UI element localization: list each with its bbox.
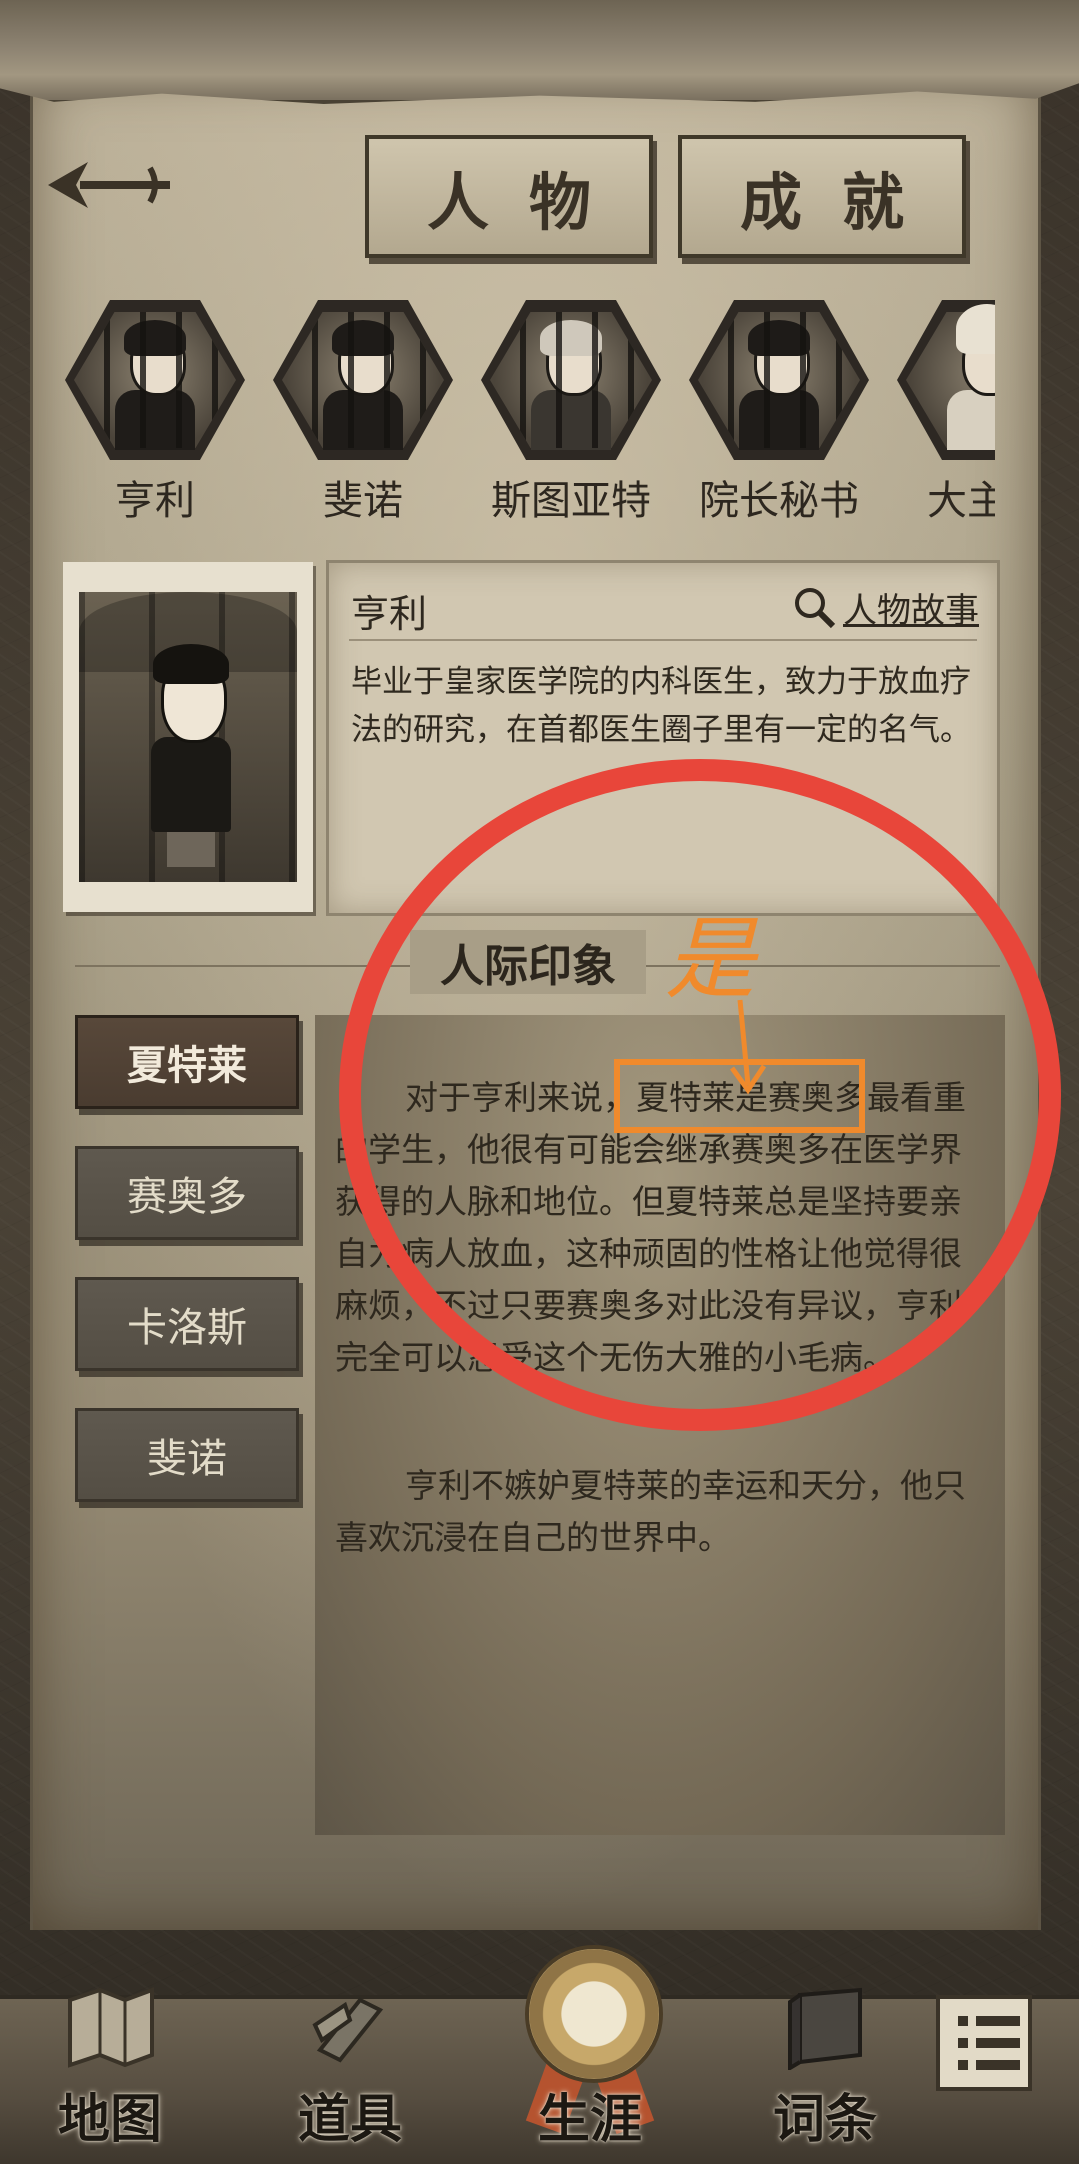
impression-paragraph: 亨利不嫉妒夏特莱的幸运和天分，他只喜欢沉浸在自己的世界中。 [335,1466,966,1557]
character-name: 亨利 [115,478,195,524]
character-stuart[interactable]: 斯图亚特 [476,290,666,550]
portrait-body [947,390,995,450]
tab-achievements[interactable]: 成就 [678,135,966,258]
profile-portrait [63,562,313,912]
back-arrow-icon [48,162,170,208]
divider [349,639,977,641]
scroll-top-edge [0,0,1079,104]
character-info-card: 亨利 人物故事 毕业于皇家医学院的内科医生，致力于放血疗法的研究，在首都医生圈子… [326,560,1000,916]
map-icon [68,1987,154,2068]
portrait-hair [153,644,229,684]
impression-paragraph: 对于亨利来说，夏特莱是赛奥多最看重的学生，他很有可能会继承赛奥多在医学界获得的人… [335,1078,966,1377]
tab-people[interactable]: 人物 [365,135,653,258]
portrait-legs [167,832,215,867]
menu-button[interactable] [936,1995,1032,2091]
character-archbishop[interactable]: 大主教 [892,290,995,550]
nav-glossary[interactable]: 词条 [735,1960,915,2160]
character-name: 斯图亚特 [491,478,651,524]
nav-label: 地图 [57,2089,162,2150]
story-link-label: 人物故事 [843,590,979,631]
character-name: 大主教 [927,478,995,524]
relation-button-fino[interactable]: 斐诺 [75,1408,299,1502]
character-name: 院长秘书 [699,478,859,524]
relation-button-chatelet[interactable]: 夏特莱 [75,1015,299,1109]
search-icon [795,588,836,629]
relation-button-theodore[interactable]: 赛奥多 [75,1146,299,1240]
character-description: 毕业于皇家医学院的内科医生，致力于放血疗法的研究，在首都医生圈子里有一定的名气。 [351,664,971,748]
character-title: 亨利 [351,592,428,636]
book-icon [788,1987,862,2070]
character-list: 亨利 斐诺 斯图亚特 院长秘书 大主教 [60,290,995,550]
relation-button-carlos[interactable]: 卡洛斯 [75,1277,299,1371]
nav-map[interactable]: 地图 [20,1960,200,2160]
nav-label: 道具 [297,2089,402,2150]
items-icon [312,1997,384,2063]
character-story-link[interactable]: 人物故事 [791,583,979,631]
section-title: 人际印象 [410,930,646,994]
character-secretary[interactable]: 院长秘书 [684,290,874,550]
nav-label: 词条 [772,2089,877,2150]
character-fino[interactable]: 斐诺 [268,290,458,550]
back-button[interactable] [40,150,180,220]
menu-icon [958,2016,1028,2026]
portrait-body [151,737,231,832]
nav-career[interactable]: 生涯 [500,1960,680,2160]
nav-items[interactable]: 道具 [260,1960,440,2160]
character-name: 斐诺 [323,478,403,524]
character-henry[interactable]: 亨利 [60,290,250,550]
nav-label: 生涯 [537,2089,642,2150]
